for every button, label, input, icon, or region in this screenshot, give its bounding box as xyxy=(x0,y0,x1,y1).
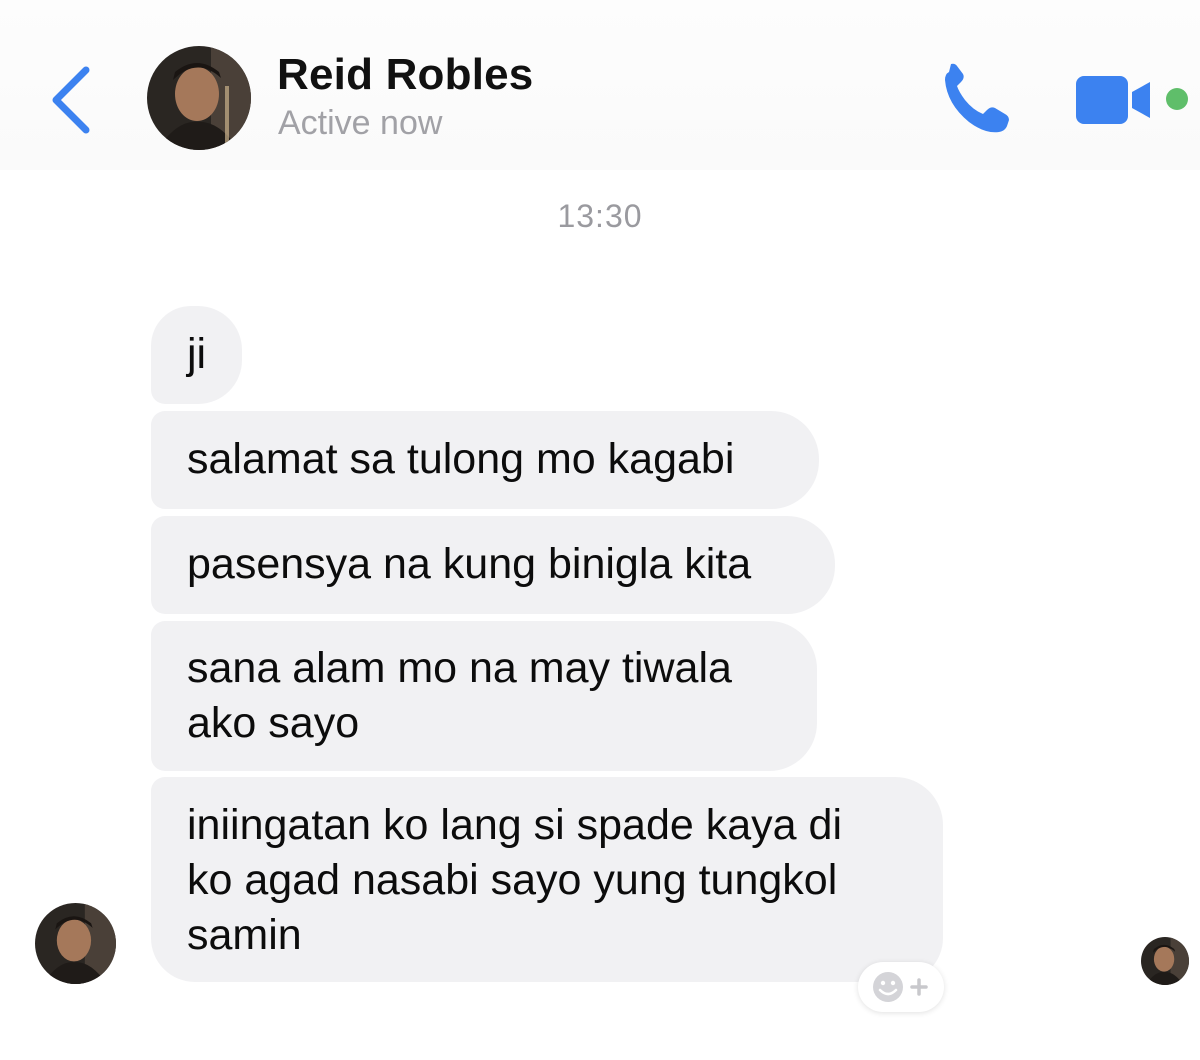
message-text: sana alam mo na may tiwala xyxy=(187,644,732,692)
video-call-button[interactable] xyxy=(1072,70,1158,130)
message-bubble[interactable]: ji xyxy=(151,306,242,404)
message-text: salamat sa tulong mo kagabi xyxy=(187,435,735,483)
message-text: pasensya na kung binigla kita xyxy=(187,540,752,588)
message-bubble[interactable]: iniingatan ko lang si spade kaya di ko a… xyxy=(151,777,943,982)
active-status: Active now xyxy=(278,104,443,142)
online-indicator xyxy=(1166,88,1188,110)
back-button[interactable] xyxy=(40,58,100,138)
messenger-chat-screen: Reid Robles Active now 13:30 ji salamat … xyxy=(0,0,1200,1060)
add-reaction-icon xyxy=(873,972,928,1002)
sender-avatar[interactable] xyxy=(35,903,116,984)
voice-call-button[interactable] xyxy=(935,60,1017,140)
message-bubble[interactable]: salamat sa tulong mo kagabi xyxy=(151,411,819,509)
message-bubble[interactable]: pasensya na kung binigla kita xyxy=(151,516,835,614)
message-text: samin xyxy=(187,911,302,959)
read-receipt-avatar xyxy=(1141,937,1189,985)
video-camera-icon xyxy=(1076,76,1150,124)
chat-header: Reid Robles Active now xyxy=(0,0,1200,170)
message-timestamp: 13:30 xyxy=(557,198,643,234)
contact-name[interactable]: Reid Robles xyxy=(277,50,533,100)
message-bubble[interactable]: sana alam mo na may tiwala ako sayo xyxy=(151,621,817,771)
message-text: iniingatan ko lang si spade kaya di xyxy=(187,801,842,849)
chevron-left-icon xyxy=(52,66,90,134)
phone-icon xyxy=(945,63,1009,133)
add-reaction-button[interactable] xyxy=(858,962,944,1012)
message-text: ji xyxy=(187,330,207,378)
message-text: ako sayo xyxy=(187,699,360,747)
contact-avatar[interactable] xyxy=(147,46,251,150)
message-text: ko agad nasabi sayo yung tungkol xyxy=(187,856,838,904)
